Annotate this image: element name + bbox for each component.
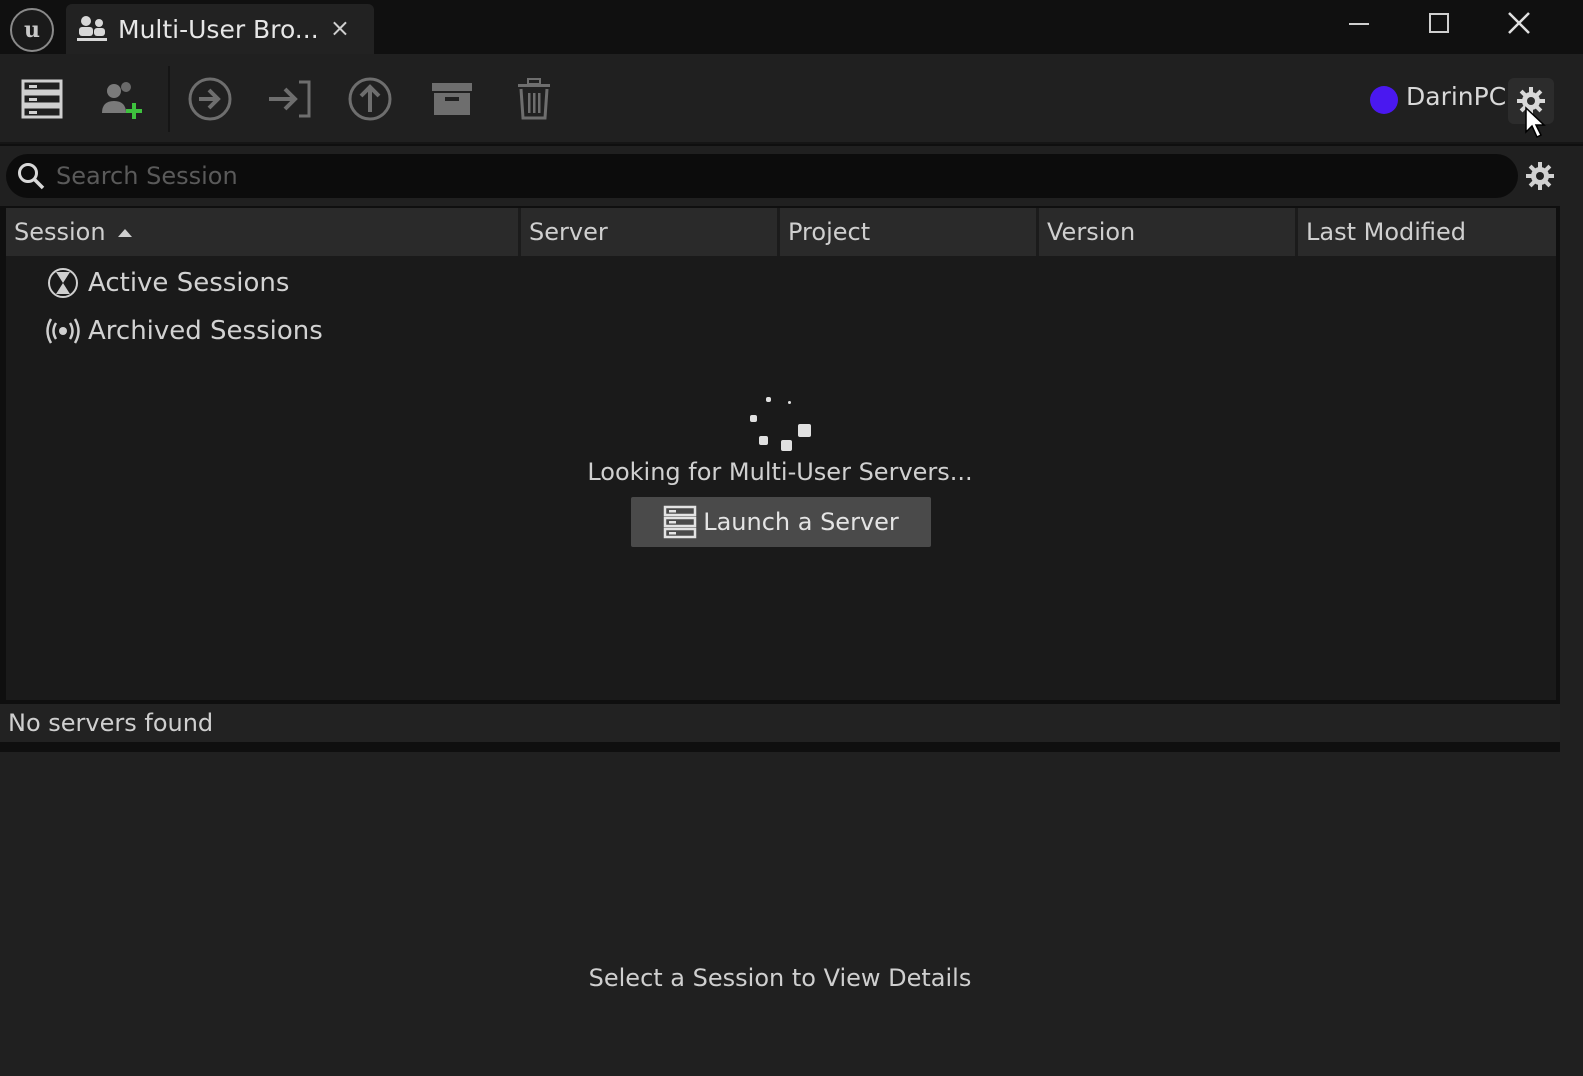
user-color-indicator (1370, 86, 1398, 114)
minimize-icon (1349, 23, 1369, 25)
loading-spinner-icon (746, 394, 816, 454)
status-text: No servers found (8, 709, 214, 737)
search-input[interactable] (56, 158, 1518, 194)
window-edge (1560, 146, 1583, 1076)
toolbar-separator (168, 66, 170, 132)
archived-sessions-icon (46, 318, 80, 344)
active-sessions-icon (48, 268, 78, 298)
session-table-header: Session Server Project Version Last Modi… (6, 208, 1556, 256)
toolbar: DarinPC (0, 54, 1583, 144)
tab-close-button[interactable]: × (330, 14, 350, 42)
group-archived-sessions[interactable]: Archived Sessions (46, 314, 323, 348)
add-user-button[interactable] (94, 72, 150, 126)
mouse-cursor-icon (1525, 106, 1546, 139)
trash-icon (518, 78, 550, 120)
group-active-sessions[interactable]: Active Sessions (46, 266, 289, 300)
login-icon (269, 80, 311, 118)
login-button[interactable] (262, 72, 318, 126)
add-user-icon (102, 82, 142, 119)
search-icon (18, 163, 45, 190)
join-session-button[interactable] (182, 72, 238, 126)
sort-ascending-icon (117, 229, 132, 237)
maximize-button[interactable] (1404, 0, 1474, 46)
session-details-panel: Select a Session to View Details (0, 752, 1560, 1076)
user-name: DarinPC (1406, 82, 1507, 111)
column-header-version[interactable]: Version (1039, 208, 1298, 256)
title-bar: u Multi-User Bro... × (0, 0, 1583, 54)
launch-server-button[interactable]: Launch a Server (631, 497, 931, 547)
upload-icon (348, 77, 392, 121)
loading-message: Looking for Multi-User Servers... (587, 458, 973, 486)
view-options-button[interactable] (1522, 158, 1558, 194)
close-icon (1508, 12, 1530, 34)
column-header-session[interactable]: Session (6, 208, 521, 256)
column-header-server[interactable]: Server (521, 208, 780, 256)
tab-multi-user-browser[interactable]: Multi-User Bro... × (66, 4, 374, 54)
tab-title: Multi-User Bro... (118, 14, 319, 44)
unreal-engine-logo-icon: u (10, 8, 54, 52)
delete-button[interactable] (506, 72, 562, 126)
column-header-project[interactable]: Project (780, 208, 1039, 256)
gear-icon (1526, 162, 1554, 190)
upload-button[interactable] (342, 72, 398, 126)
search-box (6, 154, 1518, 198)
server-icon (663, 505, 697, 539)
column-header-last-modified[interactable]: Last Modified (1298, 208, 1556, 256)
server-list-icon (21, 79, 63, 119)
archive-button[interactable] (424, 72, 480, 126)
search-row (0, 146, 1583, 206)
status-bar: No servers found (0, 704, 1560, 742)
minimize-button[interactable] (1324, 0, 1394, 46)
details-placeholder: Select a Session to View Details (588, 964, 972, 992)
join-icon (188, 77, 232, 121)
maximize-icon (1429, 13, 1449, 33)
close-window-button[interactable] (1484, 0, 1554, 46)
archive-icon (432, 83, 472, 115)
multi-user-icon (76, 14, 108, 44)
server-list-button[interactable] (14, 72, 70, 126)
